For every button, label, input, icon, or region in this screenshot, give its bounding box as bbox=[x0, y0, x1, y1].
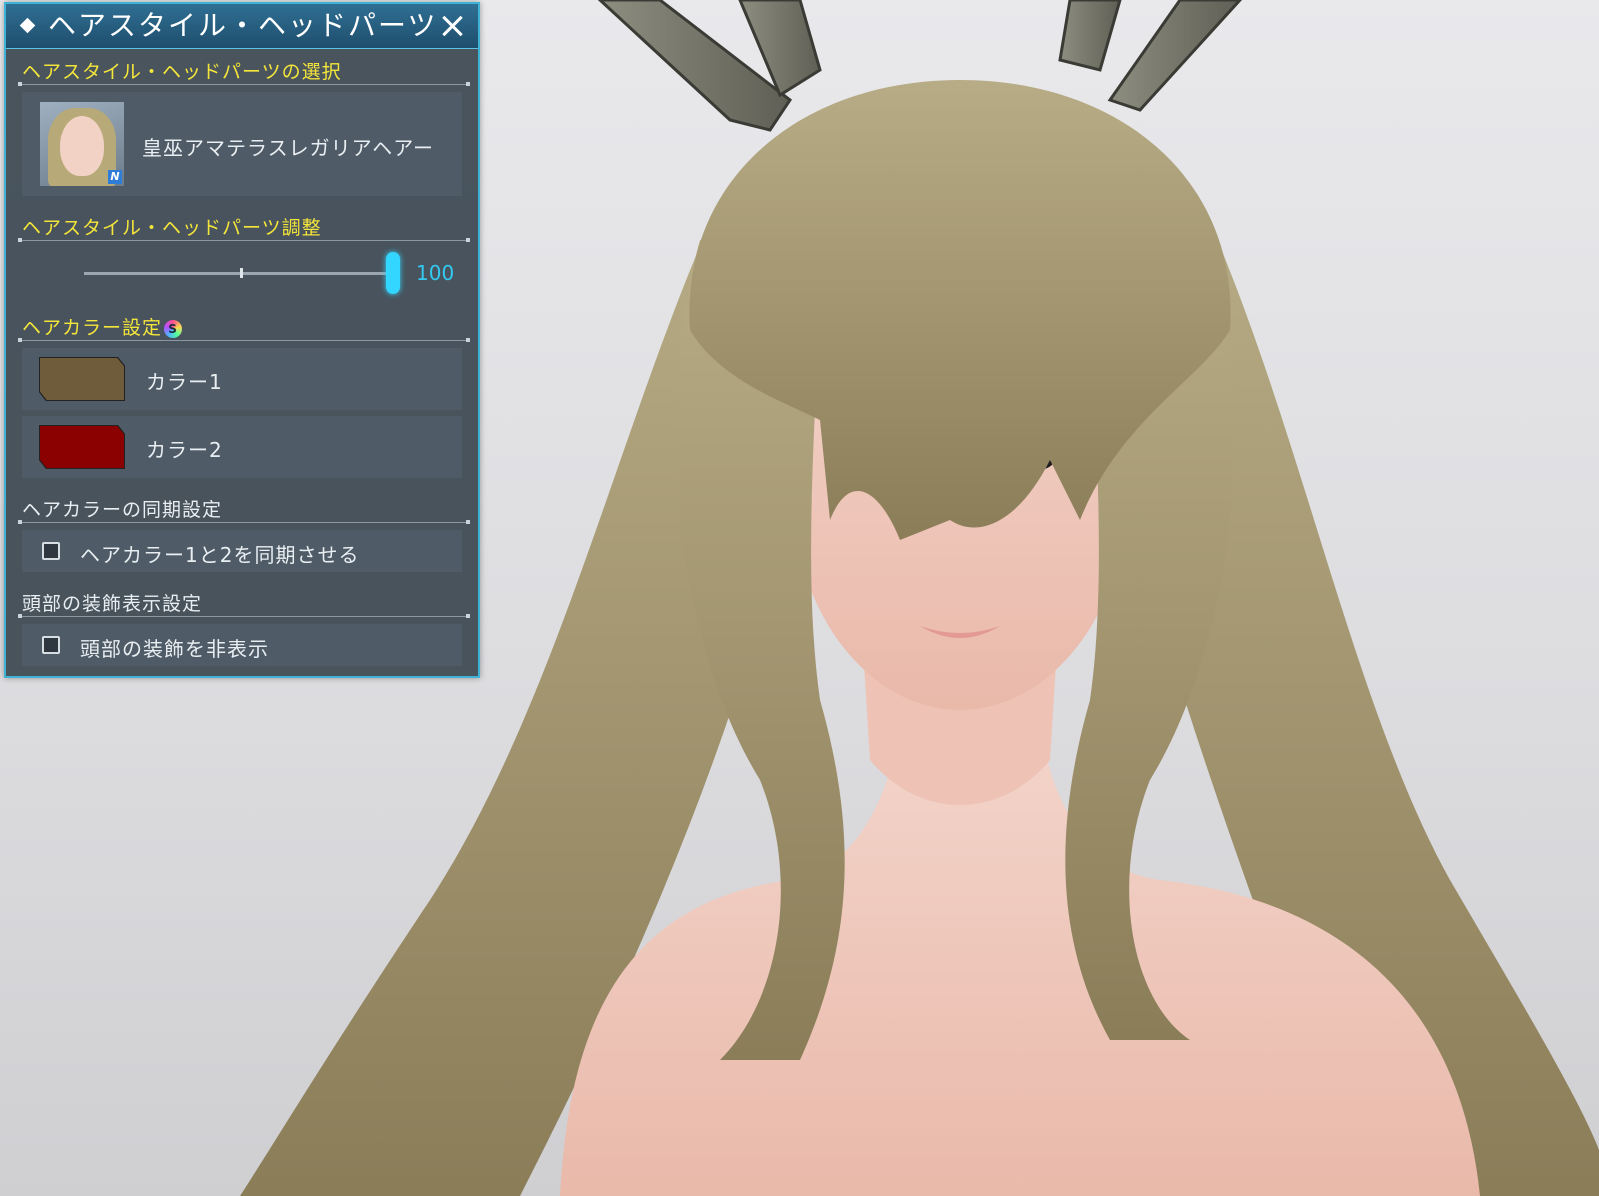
sync-label: ヘアカラー1と2を同期させる bbox=[80, 543, 360, 567]
hair-color-header: ヘアカラー設定 S bbox=[22, 316, 468, 340]
color-1-label: カラー1 bbox=[146, 370, 223, 394]
color-1-row[interactable]: カラー1 bbox=[22, 348, 462, 410]
sync-checkbox[interactable] bbox=[42, 542, 60, 560]
selection-header: ヘアスタイル・ヘッドパーツの選択 bbox=[22, 61, 342, 83]
diamond-icon bbox=[19, 17, 36, 34]
hairstyle-name: 皇巫アマテラスレガリアヘアー bbox=[142, 136, 434, 160]
color-2-swatch[interactable] bbox=[40, 426, 124, 468]
close-button[interactable] bbox=[436, 10, 468, 42]
hairstyle-select-row[interactable]: N 皇巫アマテラスレガリアヘアー bbox=[22, 92, 462, 196]
sync-header: ヘアカラーの同期設定 bbox=[22, 499, 223, 521]
hairstyle-thumbnail: N bbox=[40, 102, 124, 186]
section-divider bbox=[18, 614, 470, 618]
panel-title: ヘアスタイル・ヘッドパーツ bbox=[48, 9, 438, 42]
adjust-header: ヘアスタイル・ヘッドパーツ調整 bbox=[22, 217, 322, 239]
color-1-swatch[interactable] bbox=[40, 358, 124, 400]
panel-titlebar[interactable]: ヘアスタイル・ヘッドパーツ bbox=[6, 4, 478, 49]
sync-row[interactable]: ヘアカラー1と2を同期させる bbox=[22, 530, 462, 572]
slider-value: 100 bbox=[416, 261, 455, 285]
right-horn-inner bbox=[1058, 0, 1122, 72]
slider-center-mark bbox=[240, 268, 243, 278]
color-2-label: カラー2 bbox=[146, 438, 223, 462]
head-decor-row[interactable]: 頭部の装飾を非表示 bbox=[22, 624, 462, 666]
size-slider-handle[interactable] bbox=[386, 252, 400, 294]
hairstyle-panel: ヘアスタイル・ヘッドパーツ ヘアスタイル・ヘッドパーツの選択 N 皇巫アマテラス… bbox=[4, 2, 480, 678]
sg-rainbow-icon: S bbox=[164, 319, 183, 338]
hide-decor-checkbox[interactable] bbox=[42, 636, 60, 654]
section-divider bbox=[18, 238, 470, 242]
head-decor-header: 頭部の装飾表示設定 bbox=[22, 593, 203, 615]
section-divider bbox=[18, 82, 470, 86]
new-badge-icon: N bbox=[108, 170, 122, 184]
color-2-row[interactable]: カラー2 bbox=[22, 416, 462, 478]
right-horn bbox=[1107, 0, 1243, 112]
section-divider bbox=[18, 520, 470, 524]
hide-decor-label: 頭部の装飾を非表示 bbox=[80, 637, 269, 661]
section-divider bbox=[18, 338, 470, 342]
hair-color-header-label: ヘアカラー設定 bbox=[22, 317, 163, 339]
